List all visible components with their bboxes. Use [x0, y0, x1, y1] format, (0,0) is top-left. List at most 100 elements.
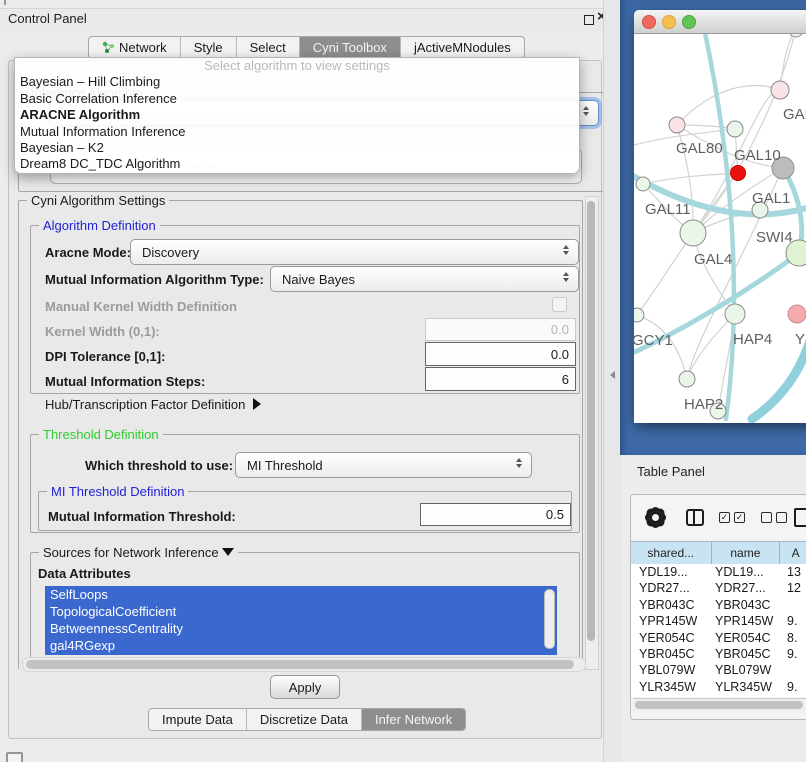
combo-stepper-icon	[563, 245, 569, 255]
node-label: HAP4	[733, 331, 772, 348]
tab-cyni-toolbox[interactable]: Cyni Toolbox	[299, 37, 400, 58]
column-header[interactable]: name	[712, 542, 781, 564]
mac-zoom-icon[interactable]	[682, 15, 696, 29]
checkbox-unchecked-icon[interactable]	[776, 512, 787, 523]
table-row[interactable]: YBL079WYBL079W	[631, 662, 806, 678]
table-row[interactable]: YDL19...YDL19...13	[631, 564, 806, 580]
list-item[interactable]: SelfLoops	[45, 586, 557, 603]
network-node-hap4[interactable]	[725, 304, 745, 324]
tab-label: Infer Network	[375, 712, 452, 727]
table-row[interactable]: YPR145WYPR145W9.	[631, 613, 806, 629]
mi-steps-field[interactable]: 6	[425, 367, 576, 391]
dpi-tolerance-field[interactable]: 0.0	[425, 342, 576, 366]
network-node-gcy1[interactable]	[634, 308, 644, 322]
scrollbar-thumb[interactable]	[26, 660, 574, 669]
table-body: YDL19...YDL19...13 YDR27...YDR27...12 YB…	[631, 564, 806, 697]
scrollbar-thumb[interactable]	[635, 701, 803, 709]
aracne-mode-value: Discovery	[131, 245, 578, 260]
settings-vertical-scrollbar[interactable]	[585, 196, 599, 670]
settings-horizontal-scrollbar[interactable]	[22, 657, 586, 672]
expand-right-icon	[253, 398, 261, 410]
dropdown-option[interactable]: Bayesian – K2	[15, 140, 579, 156]
list-item[interactable]: TopologicalCoefficient	[45, 603, 557, 620]
tab-style[interactable]: Style	[180, 37, 236, 58]
list-vertical-scrollbar[interactable]	[544, 589, 555, 649]
which-threshold-combobox[interactable]: MI Threshold	[235, 452, 532, 478]
dropdown-option-highlighted[interactable]: ARACNE Algorithm	[15, 107, 579, 123]
node-label: GAL80	[676, 140, 723, 157]
dropdown-option[interactable]: Bayesian – Hill Climbing	[15, 74, 579, 90]
mi-threshold-label: Mutual Information Threshold:	[48, 509, 236, 524]
collapse-down-icon	[222, 548, 234, 556]
list-item[interactable]: gal4RGexp	[45, 637, 557, 654]
mi-threshold-field[interactable]: 0.5	[420, 503, 571, 526]
table-row[interactable]: YLR345WYLR345W9.	[631, 679, 806, 695]
hub-tf-definition-expander[interactable]: Hub/Transcription Factor Definition	[45, 397, 261, 412]
table-row[interactable]: YDR27...YDR27...12	[631, 580, 806, 596]
list-item[interactable]: BetweennessCentrality	[45, 620, 557, 637]
manual-kernel-checkbox[interactable]	[552, 297, 567, 312]
table-horizontal-scrollbar[interactable]	[633, 698, 806, 711]
which-threshold-label: Which threshold to use:	[85, 458, 233, 473]
tab-select[interactable]: Select	[236, 37, 299, 58]
dropdown-option[interactable]: Basic Correlation Inference	[15, 91, 579, 107]
data-attributes-list[interactable]: SelfLoops TopologicalCoefficient Between…	[45, 586, 557, 655]
mi-type-combobox[interactable]: Naive Bayes	[270, 266, 579, 292]
panel-splitter[interactable]	[603, 0, 621, 762]
table-row[interactable]: YER054CYER054C8.	[631, 630, 806, 646]
mi-threshold-group-title: MI Threshold Definition	[47, 484, 188, 499]
network-node-red[interactable]	[731, 166, 746, 181]
table-row[interactable]: YIL052CYIL052C9.	[631, 695, 806, 697]
sources-group-title[interactable]: Sources for Network Inference	[39, 545, 238, 560]
control-panel-titlebar	[0, 8, 620, 32]
tab-impute-data[interactable]: Impute Data	[149, 709, 246, 730]
mac-close-icon[interactable]	[642, 15, 656, 29]
tab-jactivemnodules[interactable]: jActiveMNodules	[400, 37, 524, 58]
gear-icon[interactable]	[649, 511, 662, 524]
dropdown-option[interactable]: Mutual Information Inference	[15, 124, 579, 140]
tab-network[interactable]: Network	[89, 37, 180, 58]
checkbox-unchecked-icon[interactable]	[761, 512, 772, 523]
splitter-collapse-icon[interactable]	[610, 371, 615, 379]
network-node-hap2[interactable]	[679, 371, 695, 387]
apply-button[interactable]: Apply	[270, 675, 340, 699]
table-panel: ✓ ✓ shared... name A YDL19...YDL19...13 …	[630, 494, 806, 720]
clipped-ui-fragment	[4, 0, 6, 5]
network-node-gal4[interactable]	[680, 220, 706, 246]
float-panel-icon[interactable]	[584, 15, 594, 25]
network-node-gal10[interactable]	[727, 121, 743, 137]
network-node-y[interactable]	[788, 305, 806, 323]
network-window-titlebar[interactable]	[634, 10, 806, 34]
mac-minimize-icon[interactable]	[662, 15, 676, 29]
control-panel-title: Control Panel	[8, 11, 87, 26]
network-node-gal80[interactable]	[669, 117, 685, 133]
checkbox-checked-icon[interactable]: ✓	[734, 512, 745, 523]
tab-discretize-data[interactable]: Discretize Data	[246, 709, 361, 730]
table-row[interactable]: YBR043CYBR043C	[631, 597, 806, 613]
clipped-panel-icon[interactable]	[6, 752, 23, 762]
node-label: GCY1	[632, 332, 673, 349]
kernel-width-field[interactable]: 0.0	[425, 318, 576, 341]
node-label: Y	[795, 331, 805, 348]
table-panel-title: Table Panel	[637, 464, 705, 479]
dropdown-option[interactable]: Dream8 DC_TDC Algorithm	[15, 156, 579, 172]
document-icon[interactable]	[794, 508, 806, 527]
node-label: GAL	[783, 106, 806, 123]
tab-infer-network[interactable]: Infer Network	[361, 709, 465, 730]
columns-icon[interactable]	[686, 509, 704, 526]
table-row[interactable]: YBR045CYBR045C9.	[631, 646, 806, 662]
screen: Control Panel × Network Style Select Cyn…	[0, 0, 806, 762]
network-node-gal11[interactable]	[636, 177, 650, 191]
cyni-algorithm-settings-title: Cyni Algorithm Settings	[27, 193, 169, 208]
node-label: HAP2	[684, 396, 723, 413]
scrollbar-thumb[interactable]	[587, 201, 595, 641]
checkbox-checked-icon[interactable]: ✓	[719, 512, 730, 523]
control-panel-tabbar: Network Style Select Cyni Toolbox jActiv…	[88, 36, 525, 59]
combo-stepper-icon	[583, 106, 589, 116]
node-label: GAL10	[734, 147, 781, 164]
column-header[interactable]: A	[780, 542, 806, 564]
which-threshold-value: MI Threshold	[236, 458, 531, 473]
aracne-mode-combobox[interactable]: Discovery	[130, 239, 579, 265]
network-node-gal[interactable]	[771, 81, 789, 99]
column-header[interactable]: shared...	[631, 542, 712, 564]
